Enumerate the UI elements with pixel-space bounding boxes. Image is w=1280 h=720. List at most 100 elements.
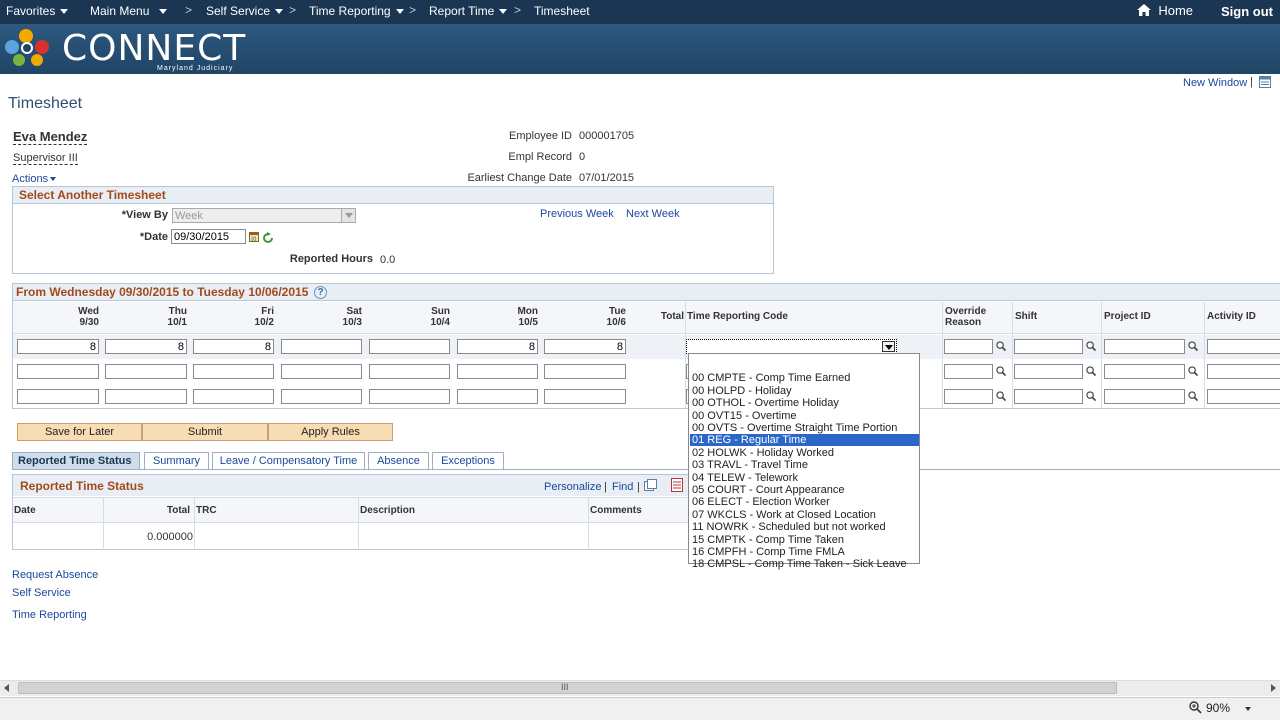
trc-option[interactable]: 00 OTHOL - Overtime Holiday (690, 397, 919, 409)
refresh-icon[interactable] (262, 232, 274, 244)
scroll-left-icon[interactable] (4, 684, 9, 692)
time-reporting-link[interactable]: Time Reporting (12, 609, 87, 621)
hours-input[interactable] (369, 339, 450, 354)
shift-input[interactable] (1014, 364, 1083, 379)
calendar-icon[interactable]: 31 (249, 231, 259, 242)
trc-option[interactable]: 03 TRAVL - Travel Time (690, 459, 919, 471)
hours-input[interactable] (457, 389, 538, 404)
tab-absence[interactable]: Absence (368, 452, 429, 470)
zoom-icon[interactable] (1189, 701, 1202, 714)
trc-dropdown-list[interactable]: 00 CMPTE - Comp Time Earned 00 HOLPD - Ho… (688, 353, 920, 570)
trc-option[interactable] (690, 360, 919, 372)
lookup-icon[interactable] (1086, 341, 1096, 351)
hours-input[interactable] (281, 364, 362, 379)
home-link[interactable]: Home (1136, 3, 1193, 18)
activity-id-input[interactable] (1207, 339, 1280, 354)
hours-input[interactable] (17, 364, 99, 379)
project-id-input[interactable] (1104, 389, 1185, 404)
tab-exceptions[interactable]: Exceptions (432, 452, 504, 470)
save-for-later-button[interactable]: Save for Later (17, 423, 142, 441)
lookup-icon[interactable] (1188, 366, 1198, 376)
shift-input[interactable] (1014, 339, 1083, 354)
hours-input[interactable] (105, 389, 187, 404)
hours-input[interactable] (281, 339, 362, 354)
hours-input[interactable] (17, 389, 99, 404)
hours-input[interactable] (544, 364, 626, 379)
find-link[interactable]: Find (612, 481, 633, 493)
trc-option[interactable]: 15 CMPTK - Comp Time Taken (690, 534, 919, 546)
previous-week-link[interactable]: Previous Week (540, 208, 614, 220)
override-reason-input[interactable] (944, 364, 993, 379)
view-all-icon[interactable] (644, 479, 657, 491)
trc-option[interactable]: 01 REG - Regular Time (690, 434, 919, 447)
trc-option[interactable]: 04 TELEW - Telework (690, 472, 919, 484)
hours-input[interactable] (544, 339, 626, 354)
scroll-right-icon[interactable] (1271, 684, 1276, 692)
lookup-icon[interactable] (1188, 341, 1198, 351)
hours-input[interactable] (544, 389, 626, 404)
lookup-icon[interactable] (1086, 366, 1096, 376)
trc-option[interactable]: 18 CMPSL - Comp Time Taken - Sick Leave (690, 558, 919, 570)
activity-id-input[interactable] (1207, 389, 1280, 404)
trc-option[interactable]: 00 OVT15 - Overtime (690, 410, 919, 422)
trc-option[interactable]: 00 OVTS - Overtime Straight Time Portion (690, 422, 919, 434)
hours-input[interactable] (17, 339, 99, 354)
lookup-icon[interactable] (996, 341, 1006, 351)
nav-report-time[interactable]: Report Time (429, 4, 508, 18)
nav-self-service[interactable]: Self Service (206, 4, 284, 18)
shift-input[interactable] (1014, 389, 1083, 404)
scrollbar-thumb[interactable]: III (18, 682, 1117, 694)
request-absence-link[interactable]: Request Absence (12, 569, 98, 581)
trc-option[interactable]: 05 COURT - Court Appearance (690, 484, 919, 496)
employee-name[interactable]: Eva Mendez (13, 129, 88, 145)
nav-favorites[interactable]: Favorites (6, 4, 69, 18)
nav-time-reporting[interactable]: Time Reporting (309, 4, 404, 18)
personalize-link[interactable]: Personalize (544, 481, 601, 493)
hours-input[interactable] (369, 364, 450, 379)
new-window-link[interactable]: New Window (1183, 77, 1247, 89)
nav-timesheet[interactable]: Timesheet (534, 4, 590, 18)
help-window-icon[interactable] (1259, 76, 1271, 88)
override-reason-input[interactable] (944, 389, 993, 404)
hours-input[interactable] (193, 389, 274, 404)
hours-input[interactable] (281, 389, 362, 404)
download-icon[interactable] (671, 478, 683, 492)
hours-input[interactable] (105, 339, 187, 354)
trc-option[interactable]: 07 WKCLS - Work at Closed Location (690, 509, 919, 521)
hours-input[interactable] (369, 389, 450, 404)
trc-option[interactable]: 16 CMPFH - Comp Time FMLA (690, 546, 919, 558)
override-reason-input[interactable] (944, 339, 993, 354)
hours-input[interactable] (193, 364, 274, 379)
lookup-icon[interactable] (1188, 391, 1198, 401)
self-service-link[interactable]: Self Service (12, 587, 71, 599)
tab-reported-time-status[interactable]: Reported Time Status (12, 452, 140, 470)
apply-rules-button[interactable]: Apply Rules (268, 423, 393, 441)
trc-option[interactable]: 11 NOWRK - Scheduled but not worked (690, 521, 919, 533)
hours-input[interactable] (105, 364, 187, 379)
tab-summary[interactable]: Summary (144, 452, 209, 470)
trc-option[interactable]: 02 HOLWK - Holiday Worked (690, 447, 919, 459)
activity-id-input[interactable] (1207, 364, 1280, 379)
help-icon[interactable]: ? (314, 286, 327, 299)
project-id-input[interactable] (1104, 364, 1185, 379)
hours-input[interactable] (457, 364, 538, 379)
lookup-icon[interactable] (1086, 391, 1096, 401)
lookup-icon[interactable] (996, 391, 1006, 401)
chevron-down-icon[interactable] (1245, 707, 1251, 711)
lookup-icon[interactable] (996, 366, 1006, 376)
tab-leave-compensatory-time[interactable]: Leave / Compensatory Time (212, 452, 365, 470)
view-by-select[interactable]: Week (172, 208, 356, 223)
trc-option[interactable]: 06 ELECT - Election Worker (690, 496, 919, 508)
trc-select[interactable] (686, 339, 897, 354)
hours-input[interactable] (457, 339, 538, 354)
next-week-link[interactable]: Next Week (626, 208, 680, 220)
submit-button[interactable]: Submit (142, 423, 268, 441)
trc-option[interactable]: 00 CMPTE - Comp Time Earned (690, 372, 919, 384)
sign-out-link[interactable]: Sign out (1221, 4, 1273, 19)
hours-input[interactable] (193, 339, 274, 354)
project-id-input[interactable] (1104, 339, 1185, 354)
trc-option[interactable]: 00 HOLPD - Holiday (690, 385, 919, 397)
nav-main-menu[interactable]: Main Menu (90, 4, 168, 18)
date-input[interactable] (171, 229, 246, 244)
actions-menu[interactable]: Actions (12, 173, 57, 185)
